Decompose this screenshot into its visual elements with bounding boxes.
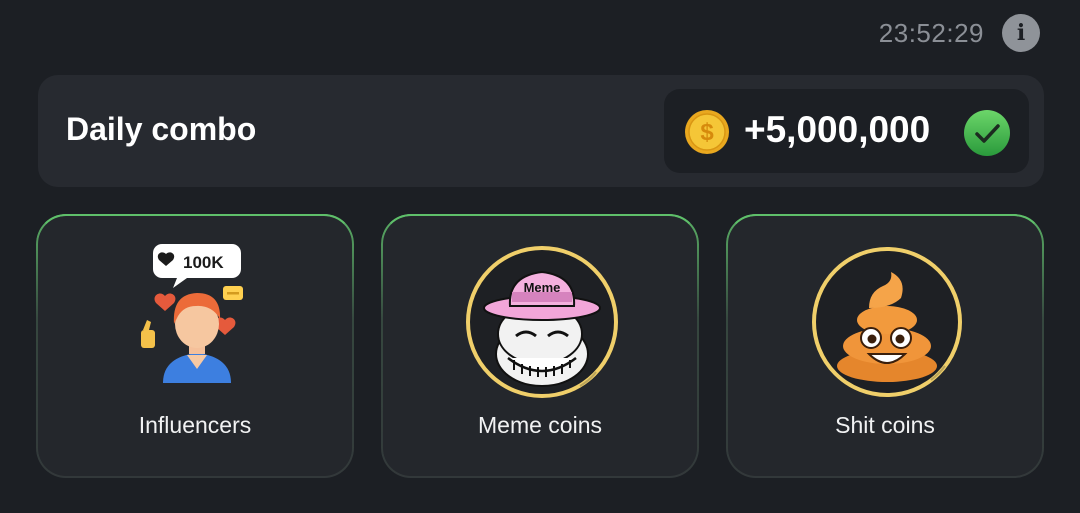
card-label: Shit coins bbox=[835, 412, 935, 438]
combo-card-meme-coins[interactable]: Meme Meme coins bbox=[381, 214, 699, 478]
reward-amount: +5,000,000 bbox=[744, 109, 931, 150]
combo-reward-box: $ +5,000,000 bbox=[664, 89, 1029, 173]
card-label: Influencers bbox=[138, 412, 252, 438]
info-glyph: i bbox=[1016, 20, 1026, 46]
gold-coin-icon: $ bbox=[685, 110, 729, 154]
daily-combo-title: Daily combo bbox=[66, 111, 257, 147]
influencer-illustration: 100K bbox=[141, 244, 243, 383]
likes-badge-text: 100K bbox=[183, 253, 224, 272]
meme-hat-text: Meme bbox=[524, 280, 561, 295]
info-icon[interactable]: i bbox=[1002, 14, 1040, 52]
combo-timer: 23:52:29 bbox=[878, 17, 984, 48]
svg-text:$: $ bbox=[700, 119, 714, 146]
card-label: Meme coins bbox=[478, 412, 602, 438]
troll-face-meme-illustration: Meme bbox=[466, 246, 618, 398]
top-bar: 23:52:29 i bbox=[879, 14, 1040, 52]
checkmark-icon bbox=[964, 110, 1010, 156]
poop-emoji-illustration bbox=[812, 247, 962, 397]
daily-combo-panel: Daily combo $ +5,000,000 bbox=[38, 75, 1044, 187]
combo-card-influencers[interactable]: 100K Influencers bbox=[36, 214, 354, 478]
combo-card-shit-coins[interactable]: Shit coins bbox=[726, 214, 1044, 478]
